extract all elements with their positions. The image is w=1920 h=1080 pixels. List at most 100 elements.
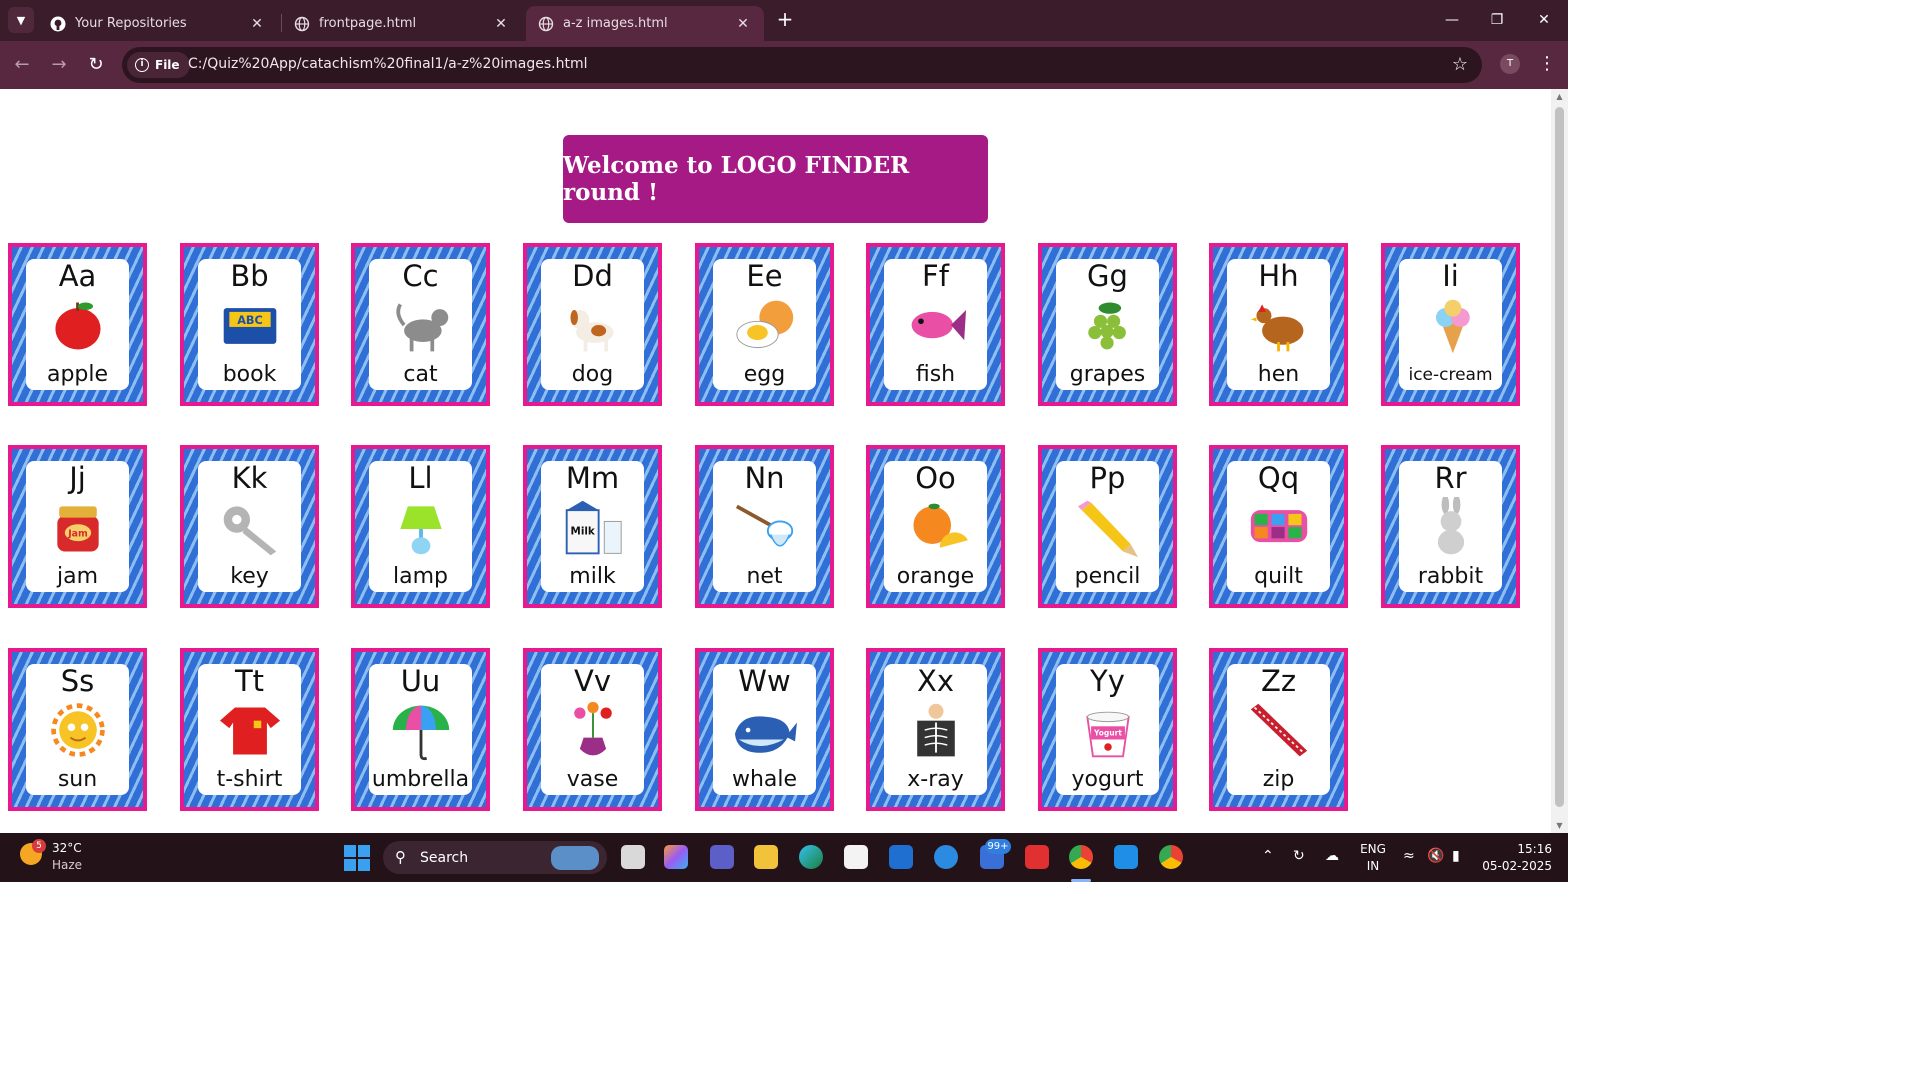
vertical-scrollbar[interactable]: ▲ ▼ [1551, 89, 1568, 833]
close-icon[interactable]: ✕ [734, 16, 752, 32]
card-face: Hh hen [1227, 259, 1330, 390]
weather-condition[interactable]: Haze [52, 858, 82, 872]
card-letters: Oo [915, 461, 956, 495]
tab-search-button[interactable]: ▼ [8, 7, 34, 33]
alphabet-card[interactable]: Tt t-shirt [180, 648, 319, 811]
quilt-icon [1243, 497, 1315, 559]
alphabet-card[interactable]: Rr rabbit [1381, 445, 1520, 608]
alphabet-card[interactable]: Ff fish [866, 243, 1005, 406]
card-word: egg [743, 362, 786, 387]
alphabet-card[interactable]: Mm Milk milk [523, 445, 662, 608]
alphabet-card[interactable]: Ll lamp [351, 445, 490, 608]
card-letters: Ee [746, 259, 783, 293]
volume-muted-icon[interactable]: 🔇 [1427, 848, 1444, 864]
card-letters: Uu [400, 664, 441, 698]
card-face: Yy Yogurt yogurt [1056, 664, 1159, 795]
chrome-profile-icon[interactable] [1159, 845, 1183, 869]
address-bar[interactable]: i File C:/Quiz%20App/catachism%20final1/… [122, 47, 1482, 83]
minimize-button[interactable]: — [1440, 8, 1464, 32]
alphabet-card[interactable]: Oo orange [866, 445, 1005, 608]
alphabet-card[interactable]: Jj Jam jam [8, 445, 147, 608]
edge-icon[interactable] [799, 845, 823, 869]
card-letters: Qq [1257, 461, 1300, 495]
alphabet-card[interactable]: Nn net [695, 445, 834, 608]
close-icon[interactable]: ✕ [492, 16, 510, 32]
alphabet-card[interactable]: Gg grapes [1038, 243, 1177, 406]
wps-office-icon[interactable] [1025, 845, 1049, 869]
alphabet-card[interactable]: Vv vase [523, 648, 662, 811]
card-face: Nn net [713, 461, 816, 592]
sync-icon[interactable]: ↻ [1293, 848, 1305, 864]
alphabet-card[interactable]: Uu umbrella [351, 648, 490, 811]
alphabet-card[interactable]: Ss sun [8, 648, 147, 811]
reload-icon: ↻ [88, 54, 104, 75]
region-indicator[interactable]: IN [1358, 859, 1388, 873]
apple-icon [42, 295, 114, 357]
alphabet-card[interactable]: Ee egg [695, 243, 834, 406]
forward-button[interactable]: → [47, 53, 71, 77]
alphabet-card[interactable]: Ii ice-cream [1381, 243, 1520, 406]
tab-a-z-images[interactable]: a-z images.html ✕ [526, 6, 764, 41]
profile-avatar[interactable]: T [1500, 54, 1520, 74]
github-icon [50, 16, 66, 32]
vscode-icon[interactable] [1114, 845, 1138, 869]
language-indicator[interactable]: ENG [1358, 842, 1388, 856]
reload-button[interactable]: ↻ [84, 53, 108, 77]
clock-time[interactable]: 15:16 [1482, 842, 1552, 856]
scrollbar-thumb[interactable] [1555, 107, 1564, 807]
card-letters: Rr [1434, 461, 1467, 495]
card-word: x-ray [907, 767, 964, 792]
scroll-up-icon[interactable]: ▲ [1555, 92, 1564, 101]
card-word: zip [1262, 767, 1295, 792]
card-letters: Kk [231, 461, 268, 495]
card-letters: Pp [1089, 461, 1126, 495]
restore-button[interactable]: ❐ [1485, 8, 1509, 32]
chrome-icon[interactable] [1069, 845, 1093, 869]
alphabet-card[interactable]: Hh hen [1209, 243, 1348, 406]
alphabet-card[interactable]: Dd dog [523, 243, 662, 406]
alphabet-card[interactable]: Yy Yogurt yogurt [1038, 648, 1177, 811]
bookmark-star-icon[interactable]: ☆ [1452, 54, 1468, 75]
close-icon: ✕ [1538, 12, 1550, 28]
new-tab-button[interactable]: + [774, 9, 796, 31]
card-letters: Bb [230, 259, 269, 293]
copilot-icon[interactable] [664, 845, 688, 869]
alphabet-card[interactable]: Pp pencil [1038, 445, 1177, 608]
back-button[interactable]: ← [10, 53, 34, 77]
alphabet-card[interactable]: Zz zip [1209, 648, 1348, 811]
close-window-button[interactable]: ✕ [1532, 8, 1556, 32]
onedrive-icon[interactable]: ☁ [1325, 848, 1339, 864]
taskbar-search[interactable]: ⚲ Search [383, 841, 607, 874]
battery-icon[interactable]: ▮ [1452, 848, 1460, 864]
windows-logo-icon [344, 845, 356, 857]
wifi-icon[interactable]: ≈ [1403, 848, 1415, 864]
file-explorer-icon[interactable] [754, 845, 778, 869]
clock-date[interactable]: 05-02-2025 [1482, 859, 1552, 873]
card-face: Rr rabbit [1399, 461, 1502, 592]
start-button[interactable] [344, 845, 370, 871]
tab-frontpage[interactable]: frontpage.html ✕ [282, 6, 522, 41]
alphabet-card[interactable]: Ww whale [695, 648, 834, 811]
site-info-chip[interactable]: i File [127, 52, 190, 78]
scroll-down-icon[interactable]: ▼ [1555, 821, 1564, 830]
alphabet-card[interactable]: Xx x-ray [866, 648, 1005, 811]
card-letters: Ww [738, 664, 791, 698]
weather-temperature[interactable]: 32°C [52, 841, 82, 855]
scheme-label: File [155, 58, 180, 72]
alphabet-card[interactable]: Qq quilt [1209, 445, 1348, 608]
teams-icon[interactable] [710, 845, 734, 869]
close-icon[interactable]: ✕ [248, 16, 266, 32]
alphabet-card[interactable]: Aa apple [8, 243, 147, 406]
more-menu-icon[interactable]: ⋮ [1538, 53, 1556, 75]
alphabet-card[interactable]: Bb ABC book [180, 243, 319, 406]
chevron-up-icon[interactable]: ⌃ [1262, 848, 1274, 864]
url-text[interactable]: C:/Quiz%20App/catachism%20final1/a-z%20i… [188, 56, 588, 72]
task-view-icon[interactable] [621, 845, 645, 869]
tab-your-repositories[interactable]: Your Repositories ✕ [38, 6, 278, 41]
chevron-down-icon: ▼ [16, 13, 26, 27]
store-icon[interactable] [844, 845, 868, 869]
myhp-icon[interactable] [889, 845, 913, 869]
help-icon[interactable] [934, 845, 958, 869]
alphabet-card[interactable]: Cc cat [351, 243, 490, 406]
alphabet-card[interactable]: Kk key [180, 445, 319, 608]
